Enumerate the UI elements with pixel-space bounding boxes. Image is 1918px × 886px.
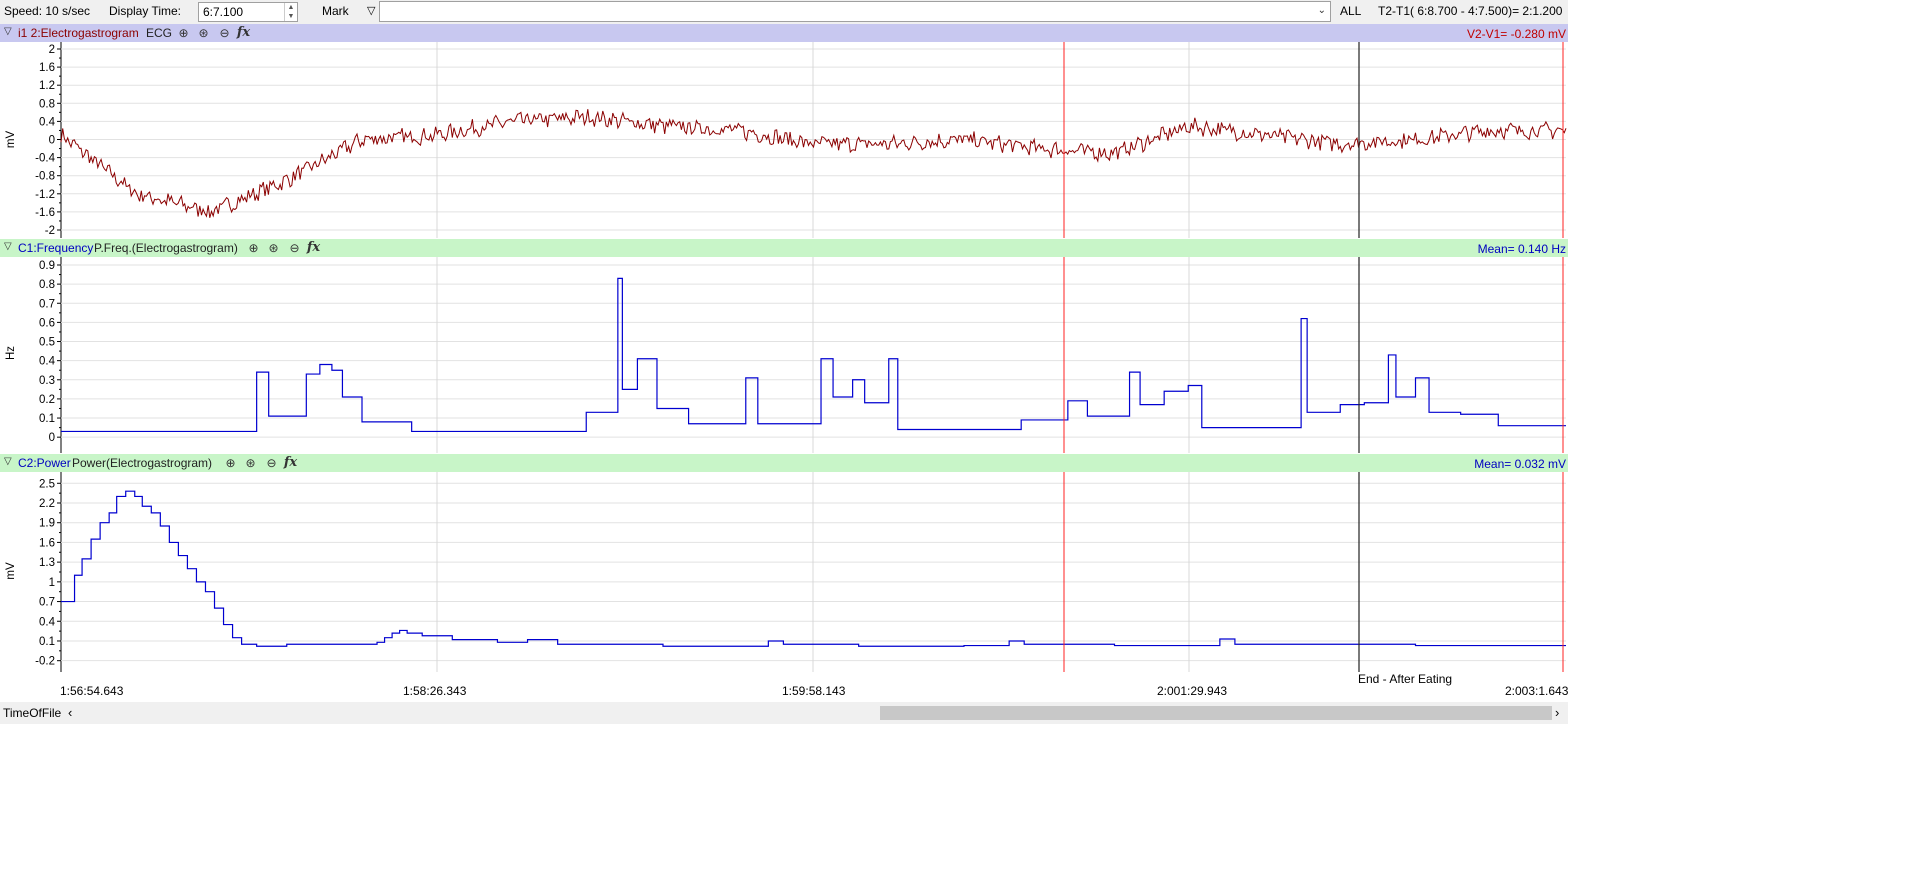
- tick-label: 0.3: [39, 375, 55, 387]
- time-label: 2:001:29.943: [1157, 684, 1228, 698]
- tick-label: 1.2: [39, 80, 55, 92]
- collapse-icon[interactable]: ▽: [4, 241, 12, 252]
- tick-label: 0.4: [39, 116, 56, 128]
- channel-header-ecg[interactable]: ▽ i1 2:Electrogastrogram ECG ⊕ ⊛ ⊖ fx V2…: [0, 24, 1568, 42]
- tick-label: 0.7: [39, 298, 55, 310]
- function-icon[interactable]: fx: [305, 240, 322, 256]
- all-button[interactable]: ALL: [1340, 4, 1361, 18]
- tick-label: 0.1: [39, 636, 55, 648]
- tick-label: 0.7: [39, 597, 55, 609]
- zoom-in-icon[interactable]: ⊕: [175, 25, 192, 41]
- zoom-fit-icon[interactable]: ⊛: [195, 25, 212, 41]
- unit-label: mV: [5, 562, 17, 580]
- tick-label: 0.4: [39, 356, 56, 368]
- tick-label: 2.2: [39, 498, 55, 510]
- time-label: 2:003:1.643: [1505, 684, 1569, 698]
- function-icon[interactable]: fx: [235, 25, 252, 41]
- chevron-down-icon: ⌄: [1317, 5, 1326, 16]
- zoom-fit-icon[interactable]: ⊛: [242, 455, 259, 471]
- scroll-right-icon[interactable]: ›: [1555, 705, 1559, 720]
- tick-label: 0.5: [39, 337, 55, 349]
- scroll-left-icon[interactable]: ‹: [68, 705, 72, 720]
- mark-dropdown[interactable]: ⌄: [379, 1, 1331, 22]
- tick-label: 2.5: [39, 478, 55, 490]
- toolbar: Speed: 10 s/sec Display Time: ▲▼ Mark ▽ …: [0, 0, 1568, 24]
- tick-label: 0.4: [39, 616, 56, 628]
- tick-label: 0.1: [39, 413, 55, 425]
- collapse-icon[interactable]: ▽: [4, 456, 12, 467]
- t2-t1-readout: T2-T1( 6:8.700 - 4:7.500)= 2:1.200: [1378, 4, 1563, 18]
- channel-readout: V2-V1= -0.280 mV: [1466, 27, 1566, 41]
- tick-label: -0.8: [35, 171, 55, 183]
- speed-label[interactable]: Speed: 10 s/sec: [4, 4, 90, 18]
- tick-label: 1.9: [39, 518, 55, 530]
- time-of-file-label[interactable]: TimeOfFile: [3, 706, 61, 720]
- zoom-fit-icon[interactable]: ⊛: [265, 240, 282, 256]
- unit-label: Hz: [5, 346, 17, 360]
- function-icon[interactable]: fx: [282, 455, 299, 471]
- time-axis: 1:56:54.643 1:58:26.343 1:59:58.143 2:00…: [0, 672, 1568, 702]
- channel-source: ECG: [146, 26, 173, 40]
- tick-label: -1.6: [35, 207, 55, 219]
- unit-label: mV: [5, 131, 17, 149]
- collapse-icon[interactable]: ▽: [4, 26, 12, 37]
- channel-header-power[interactable]: ▽ C2:Power Power(Electrogastrogram) ⊕ ⊛ …: [0, 454, 1568, 472]
- tick-label: 2: [49, 44, 55, 56]
- mark-filter-icon[interactable]: ▽: [367, 4, 375, 17]
- tick-label: 0: [49, 135, 55, 147]
- channel-source: P.Freq.(Electrogastrogram): [94, 241, 238, 255]
- zoom-out-icon[interactable]: ⊖: [263, 455, 280, 471]
- channel-name[interactable]: C1:Frequency: [18, 241, 93, 255]
- tick-label: 1.6: [39, 537, 55, 549]
- display-time-spinner[interactable]: ▲ ▼: [284, 3, 297, 21]
- tick-label: -2: [45, 225, 55, 237]
- zoom-out-icon[interactable]: ⊖: [286, 240, 303, 256]
- channel-readout: Mean= 0.032 mV: [1474, 457, 1566, 471]
- frequency-plot[interactable]: 0.9 0.8 0.7 0.6 0.5 0.4 0.3 0.2 0.1 0 Hz: [0, 257, 1568, 453]
- tick-label: -0.2: [35, 656, 55, 668]
- tick-label: -1.2: [35, 189, 55, 201]
- tick-label: 1.3: [39, 557, 55, 569]
- time-label: 1:59:58.143: [782, 684, 846, 698]
- mark-label: Mark: [322, 4, 349, 18]
- display-time-input[interactable]: [198, 2, 298, 22]
- tick-label: 0.9: [39, 260, 55, 272]
- tick-label: 1.6: [39, 62, 55, 74]
- horizontal-scrollbar-thumb[interactable]: [880, 706, 1552, 720]
- ecg-plot[interactable]: 2 1.6 1.2 0.8 0.4 0 -0.4 -0.8 -1.2 -1.6 -2 mV: [0, 42, 1568, 238]
- tick-label: 0.2: [39, 394, 55, 406]
- tick-label: 0.8: [39, 279, 55, 291]
- zoom-out-icon[interactable]: ⊖: [216, 25, 233, 41]
- tick-label: 0: [49, 432, 55, 444]
- display-time-label: Display Time:: [109, 4, 182, 18]
- tick-label: 0.8: [39, 98, 55, 110]
- channel-name[interactable]: i1 2:Electrogastrogram: [18, 26, 139, 40]
- status-bar: TimeOfFile ‹ ›: [0, 702, 1568, 724]
- channel-header-frequency[interactable]: ▽ C1:Frequency P.Freq.(Electrogastrogram…: [0, 239, 1568, 257]
- zoom-in-icon[interactable]: ⊕: [245, 240, 262, 256]
- tick-label: 1: [49, 577, 55, 589]
- channel-source: Power(Electrogastrogram): [72, 456, 213, 470]
- time-label: 1:56:54.643: [60, 684, 124, 698]
- zoom-in-icon[interactable]: ⊕: [222, 455, 239, 471]
- event-marker-label[interactable]: End - After Eating: [1358, 672, 1452, 686]
- channel-name[interactable]: C2:Power: [18, 456, 71, 470]
- power-plot[interactable]: 2.5 2.2 1.9 1.6 1.3 1 0.7 0.4 0.1 -0.2 mV: [0, 472, 1568, 672]
- channel-readout: Mean= 0.140 Hz: [1477, 242, 1566, 256]
- time-label: 1:58:26.343: [403, 684, 467, 698]
- tick-label: -0.4: [35, 153, 55, 165]
- tick-label: 0.6: [39, 317, 55, 329]
